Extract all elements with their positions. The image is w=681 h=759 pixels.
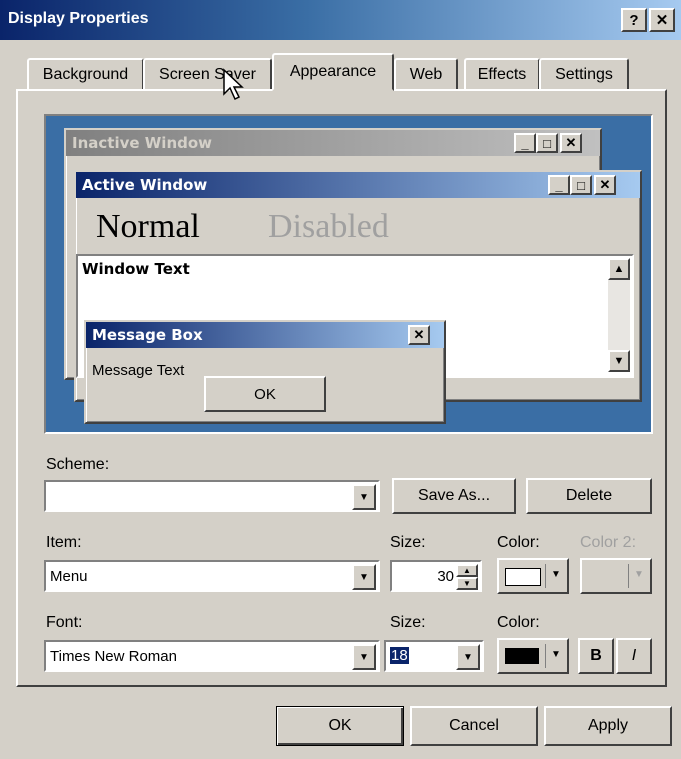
ok-button[interactable]: OK (276, 706, 404, 746)
font-size-value: 18 (390, 647, 409, 664)
close-button[interactable]: ✕ (649, 8, 675, 32)
tab-screen-saver[interactable]: Screen Saver (143, 58, 272, 90)
menu-normal-text: Normal (96, 208, 200, 245)
message-ok-button[interactable]: OK (204, 376, 326, 412)
item-dropdown[interactable]: Menu ▼ (44, 560, 380, 592)
item-color-button[interactable]: ▼ (497, 558, 569, 594)
appearance-preview[interactable]: Inactive Window _ □ ✕ Active Window _ □ … (44, 114, 653, 434)
item-value: Menu (50, 568, 88, 585)
item-size-stepper[interactable]: 30 ▲ ▼ (390, 560, 482, 592)
active-window-title: Active Window (82, 176, 208, 194)
bold-button[interactable]: B (578, 638, 614, 674)
chevron-down-icon: ▼ (551, 649, 561, 660)
inactive-window-title: Inactive Window (72, 134, 213, 152)
tab-web[interactable]: Web (394, 58, 458, 90)
minimize-icon: _ (548, 175, 570, 195)
item-size-value: 30 (437, 568, 454, 585)
help-button[interactable]: ? (621, 8, 647, 32)
font-size-dropdown[interactable]: 18 ▼ (384, 640, 484, 672)
tab-background[interactable]: Background (27, 58, 144, 90)
color-swatch (505, 568, 541, 586)
scheme-label: Scheme: (46, 456, 110, 473)
message-text: Message Text (92, 362, 185, 379)
chevron-down-icon: ▼ (551, 569, 561, 580)
save-as-button[interactable]: Save As... (392, 478, 516, 514)
maximize-icon: □ (570, 175, 592, 195)
mouse-cursor-icon (223, 68, 244, 101)
delete-button[interactable]: Delete (526, 478, 652, 514)
scroll-up-icon: ▲ (608, 258, 630, 280)
divider (545, 564, 546, 588)
italic-button[interactable]: I (616, 638, 652, 674)
item-size-label: Size: (390, 534, 426, 551)
item-color-label: Color: (497, 534, 540, 551)
font-label: Font: (46, 614, 83, 631)
maximize-icon: □ (536, 133, 558, 153)
close-icon: ✕ (560, 133, 582, 153)
item-color2-button: ▼ (580, 558, 652, 594)
divider (545, 644, 546, 668)
scheme-dropdown[interactable]: ▼ (44, 480, 380, 512)
apply-button[interactable]: Apply (544, 706, 672, 746)
font-color-button[interactable]: ▼ (497, 638, 569, 674)
window-title: Display Properties (8, 10, 149, 27)
font-color-label: Color: (497, 614, 540, 631)
item-color2-label: Color 2: (580, 534, 637, 551)
tab-appearance[interactable]: Appearance (272, 53, 394, 91)
font-value: Times New Roman (50, 648, 177, 665)
message-box-preview[interactable]: Message Box ✕ Message Text OK (84, 320, 446, 424)
chevron-down-icon[interactable]: ▼ (456, 644, 480, 670)
divider (628, 564, 629, 588)
tab-settings[interactable]: Settings (539, 58, 629, 90)
close-icon: ✕ (408, 325, 430, 345)
item-label: Item: (46, 534, 82, 551)
tab-effects[interactable]: Effects (464, 58, 540, 90)
chevron-down-icon[interactable]: ▼ (352, 484, 376, 510)
cancel-button[interactable]: Cancel (410, 706, 538, 746)
message-box-title: Message Box (92, 326, 203, 344)
spin-down-icon[interactable]: ▼ (456, 577, 478, 590)
menu-disabled-text: Disabled (268, 208, 389, 245)
chevron-down-icon[interactable]: ▼ (352, 564, 376, 590)
minimize-icon: _ (514, 133, 536, 153)
chevron-down-icon[interactable]: ▼ (352, 644, 376, 670)
color-swatch (505, 648, 539, 664)
font-size-label: Size: (390, 614, 426, 631)
message-box-caption: Message Box (86, 322, 444, 348)
scroll-down-icon: ▼ (608, 350, 630, 372)
chevron-down-icon: ▼ (634, 569, 644, 580)
scrollbar-track (608, 280, 630, 350)
title-bar[interactable]: Display Properties ? ✕ (0, 0, 681, 40)
font-dropdown[interactable]: Times New Roman ▼ (44, 640, 380, 672)
spin-up-icon[interactable]: ▲ (456, 564, 478, 577)
close-icon: ✕ (594, 175, 616, 195)
window-text: Window Text (82, 260, 190, 278)
